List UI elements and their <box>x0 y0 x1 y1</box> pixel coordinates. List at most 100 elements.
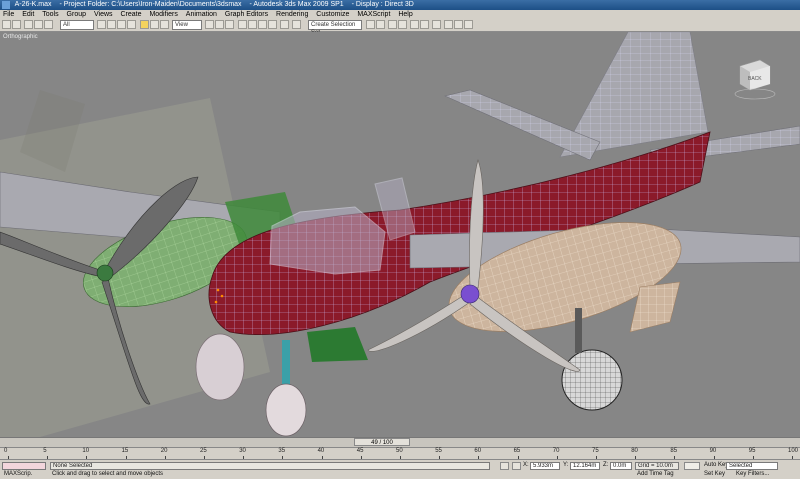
right-gear-strut[interactable] <box>575 308 582 353</box>
frame-tick-label: 60 <box>474 448 482 454</box>
frame-tick-label: 65 <box>513 448 521 454</box>
menu-edit[interactable]: Edit <box>22 11 34 18</box>
time-slider-thumb[interactable]: 49 / 100 <box>354 438 410 446</box>
y-coordinate-field[interactable]: 12.164m <box>570 462 600 470</box>
rect-selection-icon[interactable] <box>117 20 126 29</box>
angle-snap-icon[interactable] <box>248 20 257 29</box>
frame-tick-label: 40 <box>317 448 325 454</box>
reference-coord-dropdown[interactable]: View <box>172 20 202 30</box>
maxscript-listener[interactable] <box>2 462 46 470</box>
spinner-snap-icon[interactable] <box>268 20 277 29</box>
right-main-wheel[interactable] <box>561 349 623 411</box>
frame-tick-label: 30 <box>239 448 246 454</box>
bomb-bay-door[interactable] <box>307 327 368 362</box>
window-crossing-icon[interactable] <box>127 20 136 29</box>
link-icon[interactable] <box>24 20 33 29</box>
frame-tick-label: 45 <box>356 448 364 454</box>
layer-manager-icon[interactable] <box>388 20 397 29</box>
main-toolbar: All View Create Selection Set <box>0 19 800 36</box>
frame-tick-label: 50 <box>396 448 403 454</box>
menu-graph-editors[interactable]: Graph Editors <box>225 11 268 18</box>
select-rotate-icon[interactable] <box>150 20 159 29</box>
frame-tick-label: 70 <box>552 448 560 454</box>
curve-editor-icon[interactable] <box>410 20 419 29</box>
selection-filter-dropdown[interactable]: All <box>60 20 94 30</box>
viewport-label[interactable]: Orthographic <box>3 34 38 40</box>
frame-tick-label: 15 <box>121 448 129 454</box>
frame-tick-label: 55 <box>435 448 442 454</box>
frame-tick-label: 5 <box>43 448 47 454</box>
pivot-center-icon[interactable] <box>205 20 214 29</box>
viewport-scene <box>0 32 800 437</box>
snap-toggle-icon[interactable] <box>238 20 247 29</box>
title-display: - Display : Direct 3D <box>351 1 414 8</box>
frame-tick-label: 10 <box>82 448 90 454</box>
title-bar: A-26-K.max - Project Folder: C:\Users\Ir… <box>0 0 800 10</box>
menu-bar: File Edit Tools Group Views Create Modif… <box>0 10 800 19</box>
undo-icon[interactable] <box>2 20 11 29</box>
key-filters-button[interactable]: Key Filters... <box>736 471 769 477</box>
mirror-icon[interactable] <box>292 20 301 29</box>
viewport-orthographic[interactable]: Orthographic BACK <box>0 32 800 437</box>
frame-tick-label: 85 <box>670 448 678 454</box>
key-mode-dropdown[interactable]: Selected <box>726 462 778 470</box>
left-main-wheel[interactable] <box>195 333 245 401</box>
bind-space-warp-icon[interactable] <box>44 20 53 29</box>
menu-help[interactable]: Help <box>398 11 412 18</box>
title-project: - Project Folder: C:\Users\Iron-Maiden\D… <box>59 1 242 8</box>
select-move-icon[interactable] <box>140 20 149 29</box>
select-scale-icon[interactable] <box>160 20 169 29</box>
menu-create[interactable]: Create <box>120 11 141 18</box>
nose-wheel[interactable] <box>265 383 307 437</box>
left-stabilizer[interactable] <box>444 89 601 161</box>
frame-tick-label: 75 <box>592 448 599 454</box>
menu-maxscript[interactable]: MAXScript <box>357 11 390 18</box>
frame-tick-label: 20 <box>160 448 168 454</box>
add-time-tag[interactable]: Add Time Tag <box>637 471 674 477</box>
viewcube-face-label: BACK <box>748 76 762 82</box>
selection-status: None Selected <box>50 462 490 470</box>
select-by-name-icon[interactable] <box>107 20 116 29</box>
z-coordinate-field[interactable]: 0.0m <box>610 462 632 470</box>
frame-tick-label: 35 <box>278 448 286 454</box>
named-selection-dropdown[interactable]: Create Selection Set <box>308 20 362 36</box>
material-editor-icon[interactable] <box>432 20 441 29</box>
menu-animation[interactable]: Animation <box>186 11 217 18</box>
frame-tick-label: 95 <box>748 448 756 454</box>
percent-snap-icon[interactable] <box>258 20 267 29</box>
menu-rendering[interactable]: Rendering <box>276 11 308 18</box>
frame-tick-label: 100 <box>788 448 799 454</box>
redo-icon[interactable] <box>12 20 21 29</box>
menu-group[interactable]: Group <box>67 11 86 18</box>
render-setup-icon[interactable] <box>444 20 453 29</box>
app-icon[interactable] <box>2 1 10 9</box>
nose-gear-strut[interactable] <box>282 340 290 388</box>
rendered-frame-icon[interactable] <box>454 20 463 29</box>
menu-tools[interactable]: Tools <box>42 11 58 18</box>
menu-views[interactable]: Views <box>94 11 113 18</box>
absolute-mode-icon[interactable] <box>512 462 521 470</box>
frame-tick-label: 80 <box>631 448 638 454</box>
select-manipulate-icon[interactable] <box>215 20 224 29</box>
edit-named-selection-icon[interactable] <box>280 20 289 29</box>
x-coordinate-field[interactable]: 5.933m <box>530 462 560 470</box>
prompt-line: Click and drag to select and move object… <box>52 471 164 477</box>
menu-file[interactable]: File <box>3 11 14 18</box>
status-bar: MAXScrip. None Selected Click and drag t… <box>0 459 800 479</box>
grid-size-display: Grid = 10.0m <box>635 462 679 470</box>
menu-modifiers[interactable]: Modifiers <box>149 11 177 18</box>
graphite-ribbon-icon[interactable] <box>398 20 407 29</box>
frame-tick-label: 0 <box>4 448 8 454</box>
schematic-view-icon[interactable] <box>420 20 429 29</box>
align-icon[interactable] <box>376 20 385 29</box>
select-object-icon[interactable] <box>97 20 106 29</box>
keyboard-shortcut-icon[interactable] <box>225 20 234 29</box>
mirror-tool-icon[interactable] <box>366 20 375 29</box>
auto-key-button[interactable]: Auto Key <box>704 462 728 468</box>
key-icon[interactable] <box>684 462 700 470</box>
unlink-icon[interactable] <box>34 20 43 29</box>
lock-selection-icon[interactable] <box>500 462 509 470</box>
render-production-icon[interactable] <box>464 20 473 29</box>
set-key-button[interactable]: Set Key <box>704 471 725 477</box>
menu-customize[interactable]: Customize <box>316 11 349 18</box>
